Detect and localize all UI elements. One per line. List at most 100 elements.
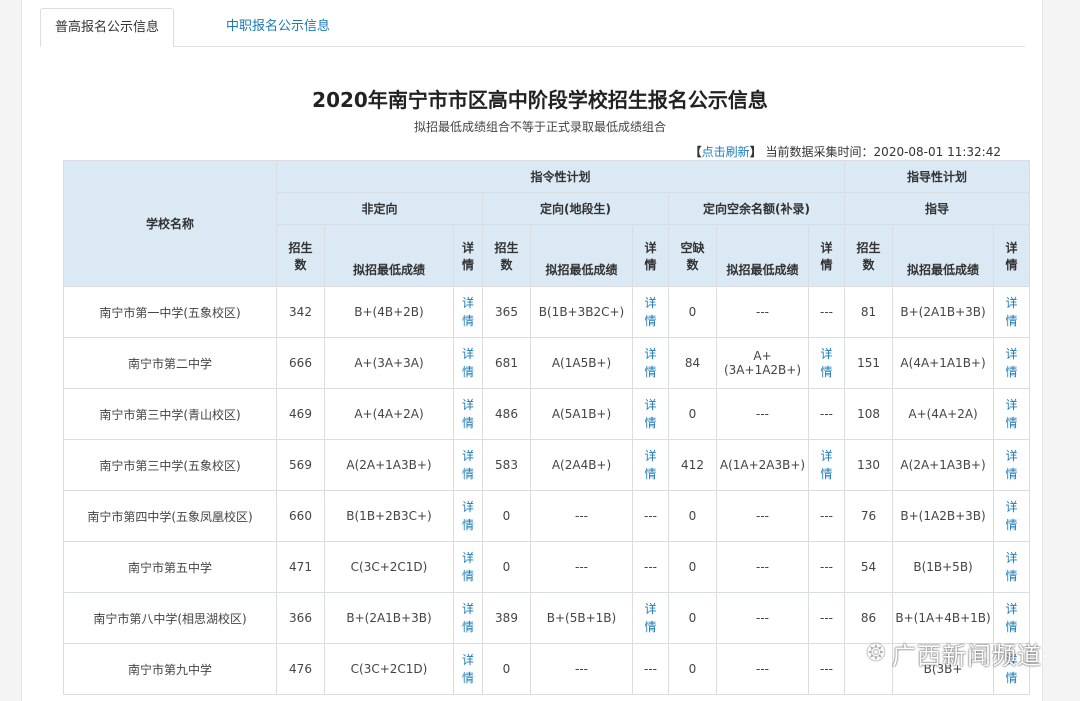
detail-link[interactable]: 详情	[993, 337, 1031, 389]
detail-link[interactable]: 详情	[453, 337, 483, 389]
header-min-score-3: 拟招最低成绩	[716, 224, 809, 287]
enroll-count-cell: 0	[482, 490, 531, 542]
bracket-open: 【	[689, 145, 702, 159]
detail-link[interactable]: 详情	[632, 592, 669, 644]
vacancy-count-cell: 0	[668, 541, 717, 593]
tab-general-high-school[interactable]: 普高报名公示信息	[40, 8, 175, 47]
table-row: 南宁市第一中学(五象校区) 342 B+(4B+2B) 详情 365 B(1B+3B2C+…	[63, 286, 1031, 338]
vacancy-count-cell: 0	[668, 643, 717, 695]
detail-link[interactable]: 详情	[632, 439, 669, 491]
min-score-cell: B+(2A1B+3B)	[892, 286, 995, 338]
enroll-count-cell: 569	[276, 439, 325, 491]
table-row: 南宁市第四中学(五象凤凰校区) 660 B(1B+2B3C+) 详情 0 --- --- 0-…	[63, 490, 1031, 542]
detail-link[interactable]: 详情	[993, 541, 1031, 593]
min-score-cell: A(5A1B+)	[530, 388, 633, 440]
min-score-cell: ---	[716, 490, 809, 542]
timestamp-label: 当前数据采集时间：	[765, 145, 874, 159]
header-min-score-4: 拟招最低成绩	[892, 224, 995, 287]
detail-link[interactable]: 详情	[993, 439, 1031, 491]
min-score-cell: A+(4A+2A)	[324, 388, 454, 440]
detail-placeholder: ---	[807, 541, 846, 593]
min-score-cell: B(1B+2B3C+)	[324, 490, 454, 542]
min-score-cell: C(3C+2C1D)	[324, 643, 454, 695]
detail-link[interactable]: 详情	[993, 388, 1031, 440]
detail-placeholder: ---	[632, 490, 669, 542]
min-score-cell: B+(1A2B+3B)	[892, 490, 995, 542]
detail-link[interactable]: 详情	[632, 388, 669, 440]
school-name-cell: 南宁市第三中学(五象校区)	[63, 439, 277, 491]
enroll-count-cell: 476	[276, 643, 325, 695]
enrollment-table: 学校名称 指令性计划 指导性计划 非定向 定向(地段生) 定向空余名额(补录) …	[63, 160, 1031, 695]
enroll-count-cell: 0	[482, 643, 531, 695]
min-score-cell: B+(4B+2B)	[324, 286, 454, 338]
page-title: 2020年南宁市市区高中阶段学校招生报名公示信息	[312, 88, 768, 112]
detail-link[interactable]: 详情	[993, 490, 1031, 542]
header-min-score-1: 拟招最低成绩	[324, 224, 454, 287]
min-score-cell: ---	[716, 592, 809, 644]
school-name-cell: 南宁市第一中学(五象校区)	[63, 286, 277, 338]
min-score-cell: A(2A+1A3B+)	[324, 439, 454, 491]
table-row: 南宁市第三中学(五象校区) 569 A(2A+1A3B+) 详情 583 A(2A4B+)…	[63, 439, 1031, 491]
vacancy-count-cell: 0	[668, 592, 717, 644]
enroll-count-cell: 486	[482, 388, 531, 440]
min-score-cell: B+(5B+1B)	[530, 592, 633, 644]
enroll-count-cell: 471	[276, 541, 325, 593]
min-score-cell: ---	[716, 541, 809, 593]
school-name-cell: 南宁市第八中学(相思湖校区)	[63, 592, 277, 644]
min-score-cell: C(3C+2C1D)	[324, 541, 454, 593]
header-directive-plan: 指令性计划	[275, 160, 846, 193]
detail-link[interactable]: 详情	[453, 541, 483, 593]
enroll-count-cell: 54	[844, 541, 894, 593]
tab-bar: 普高报名公示信息 中职报名公示信息	[40, 8, 1025, 47]
detail-link[interactable]: 详情	[453, 592, 483, 644]
table-body: 南宁市第一中学(五象校区) 342 B+(4B+2B) 详情 365 B(1B+3B2C+…	[63, 286, 1031, 695]
enroll-count-cell: 151	[844, 337, 894, 389]
min-score-cell: A(1A+2A3B+)	[716, 439, 809, 491]
school-name-cell: 南宁市第九中学	[63, 643, 277, 695]
enroll-count-cell: 660	[276, 490, 325, 542]
enroll-count-cell: 342	[276, 286, 325, 338]
tab-vocational-school[interactable]: 中职报名公示信息	[212, 8, 344, 46]
header-vacancy: 定向空余名额(补录)	[667, 192, 846, 225]
min-score-cell: ---	[530, 490, 633, 542]
enroll-count-cell: 76	[844, 490, 894, 542]
detail-placeholder: ---	[807, 592, 846, 644]
detail-placeholder: ---	[807, 490, 846, 542]
watermark: ❂ 广西新闻频道	[867, 636, 1042, 671]
min-score-cell: A+(4A+2A)	[892, 388, 995, 440]
enroll-count-cell: 365	[482, 286, 531, 338]
header-enroll-4: 招生数	[844, 224, 894, 287]
header-enroll-1: 招生数	[276, 224, 325, 287]
vacancy-count-cell: 84	[668, 337, 717, 389]
refresh-link[interactable]: 点击刷新	[702, 145, 750, 159]
vacancy-count-cell: 0	[668, 490, 717, 542]
min-score-cell: ---	[530, 541, 633, 593]
enroll-count-cell: 389	[482, 592, 531, 644]
school-name-cell: 南宁市第二中学	[63, 337, 277, 389]
watermark-text: 广西新闻频道	[892, 642, 1042, 670]
detail-link[interactable]: 详情	[807, 439, 846, 491]
min-score-cell: A(2A+1A3B+)	[892, 439, 995, 491]
bracket-close: 】	[749, 145, 762, 159]
header-directional: 定向(地段生)	[482, 192, 669, 225]
enroll-count-cell: 583	[482, 439, 531, 491]
detail-link[interactable]: 详情	[453, 286, 483, 338]
detail-link[interactable]: 详情	[632, 337, 669, 389]
detail-link[interactable]: 详情	[453, 643, 483, 695]
detail-link[interactable]: 详情	[453, 490, 483, 542]
detail-link[interactable]: 详情	[453, 439, 483, 491]
vacancy-count-cell: 0	[668, 388, 717, 440]
detail-link[interactable]: 详情	[632, 286, 669, 338]
header-detail-1: 详情	[453, 224, 483, 287]
detail-link[interactable]: 详情	[453, 388, 483, 440]
min-score-cell: ---	[716, 643, 809, 695]
header-detail-2: 详情	[632, 224, 669, 287]
enroll-count-cell: 366	[276, 592, 325, 644]
enroll-count-cell: 81	[844, 286, 894, 338]
min-score-cell: A+(3A+3A)	[324, 337, 454, 389]
min-score-cell: A(2A4B+)	[530, 439, 633, 491]
detail-link[interactable]: 详情	[807, 337, 846, 389]
enroll-count-cell: 681	[482, 337, 531, 389]
timestamp-value: 2020-08-01 11:32:42	[873, 145, 1001, 159]
detail-link[interactable]: 详情	[993, 286, 1031, 338]
